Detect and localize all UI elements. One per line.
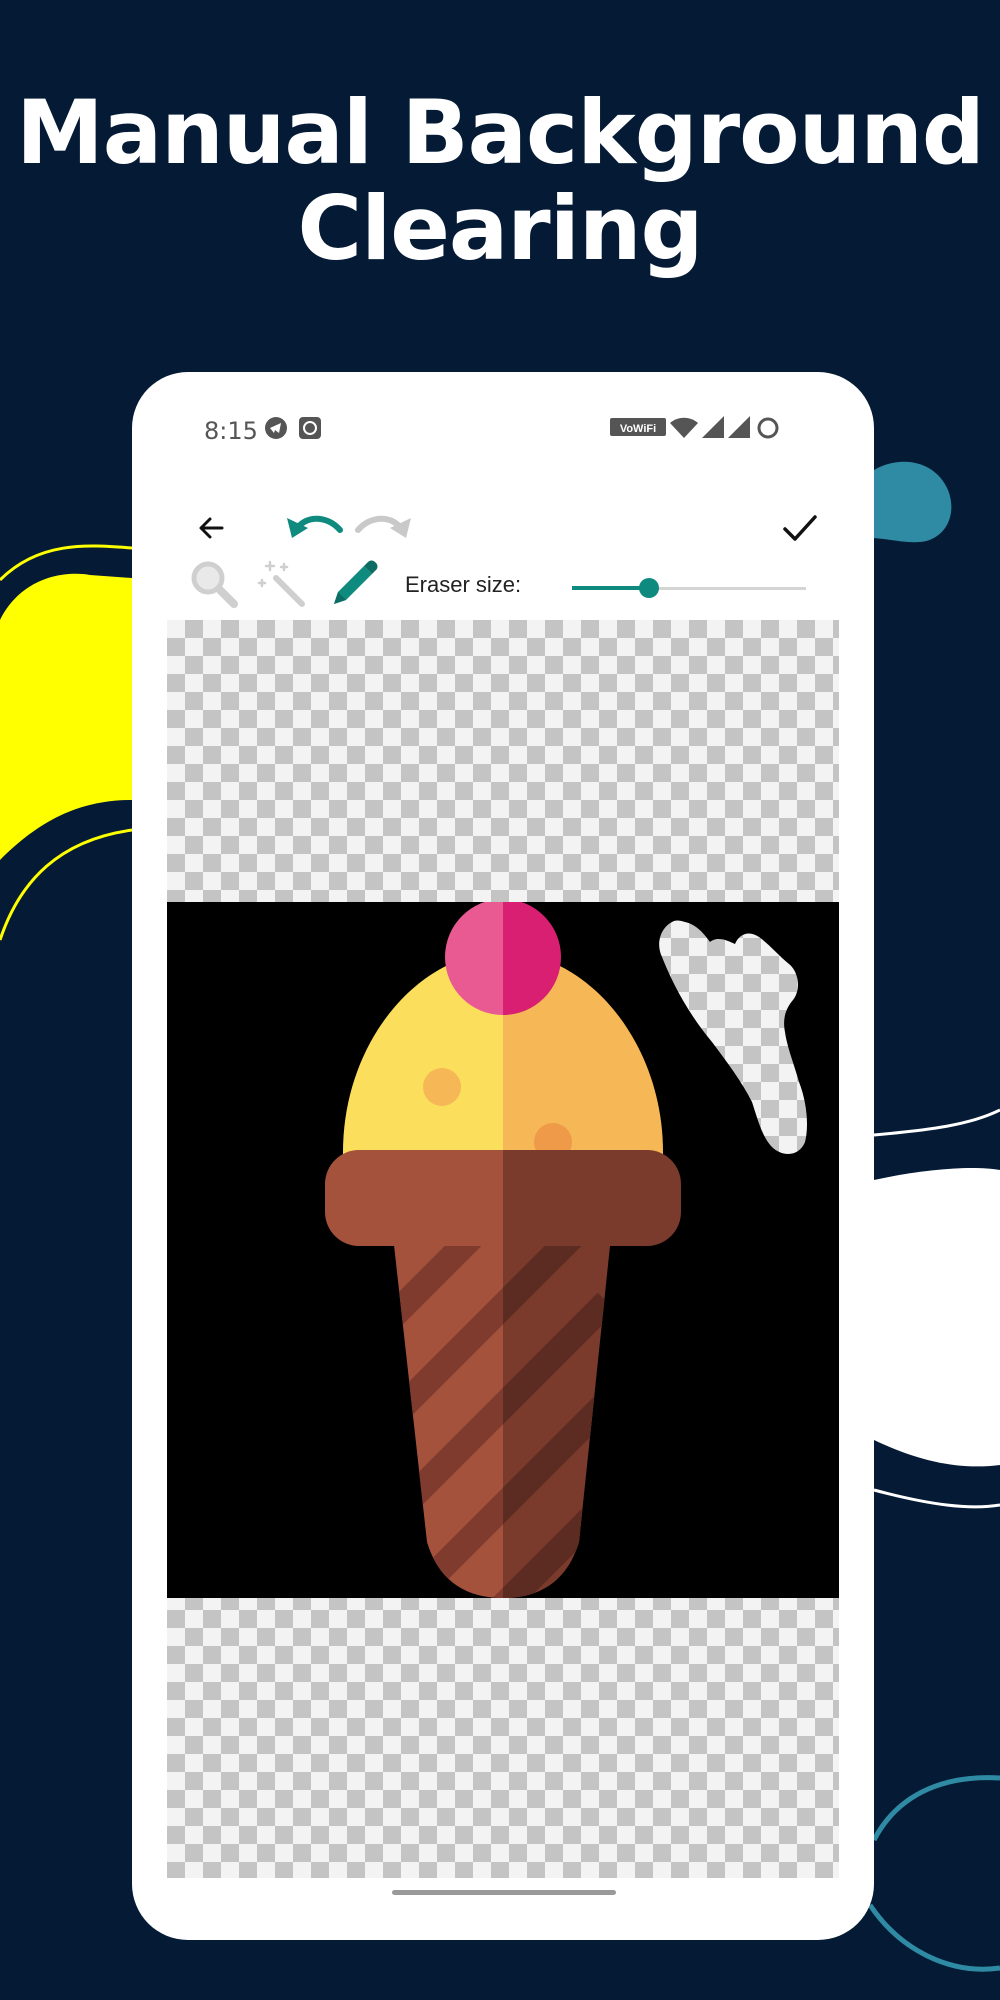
home-indicator[interactable] — [392, 1890, 616, 1895]
headline-line-1: Manual Background — [16, 81, 985, 184]
telegram-icon — [265, 417, 287, 439]
teal-outline-shape — [867, 1775, 1000, 1972]
signal-icon — [728, 416, 750, 438]
editor-toolbar — [132, 482, 874, 582]
status-time: 8:15 — [204, 417, 258, 445]
headline: Manual Background Clearing — [0, 85, 1000, 277]
white-outline-shape — [873, 1108, 1000, 1137]
yellow-outline-shape-2 — [0, 828, 133, 941]
signal-icon — [702, 416, 724, 438]
eraser-size-slider[interactable] — [572, 578, 806, 598]
arrow-left-icon[interactable] — [192, 508, 232, 548]
ice-cream-image — [167, 902, 839, 1598]
phone-screen: 8:15 VoWiFi Eraser size: — [132, 372, 874, 1940]
white-outline-shape-2 — [873, 1488, 1000, 1509]
white-blob-shape — [874, 1168, 1000, 1467]
pencil-eraser-icon[interactable] — [326, 556, 382, 612]
vowifi-label: VoWiFi — [620, 423, 656, 435]
headline-line-2: Clearing — [297, 177, 703, 280]
status-bar: 8:15 VoWiFi — [132, 372, 874, 482]
editing-canvas[interactable] — [167, 620, 839, 1878]
slider-thumb[interactable] — [639, 578, 660, 598]
undo-icon[interactable] — [284, 504, 346, 548]
yellow-blob-shape — [0, 573, 132, 860]
magic-wand-icon[interactable] — [256, 558, 308, 610]
eraser-size-label: Eraser size: — [405, 572, 522, 597]
app-notification-icon — [299, 417, 321, 439]
magnifier-icon[interactable] — [188, 558, 240, 610]
check-icon[interactable] — [778, 506, 822, 550]
teal-blob-shape — [874, 461, 952, 543]
slider-fill — [572, 586, 650, 590]
scoop-dot — [423, 1068, 461, 1106]
battery-icon — [757, 417, 779, 439]
redo-icon[interactable] — [352, 504, 414, 548]
wifi-icon — [670, 417, 698, 438]
vowifi-icon: VoWiFi — [610, 418, 666, 436]
